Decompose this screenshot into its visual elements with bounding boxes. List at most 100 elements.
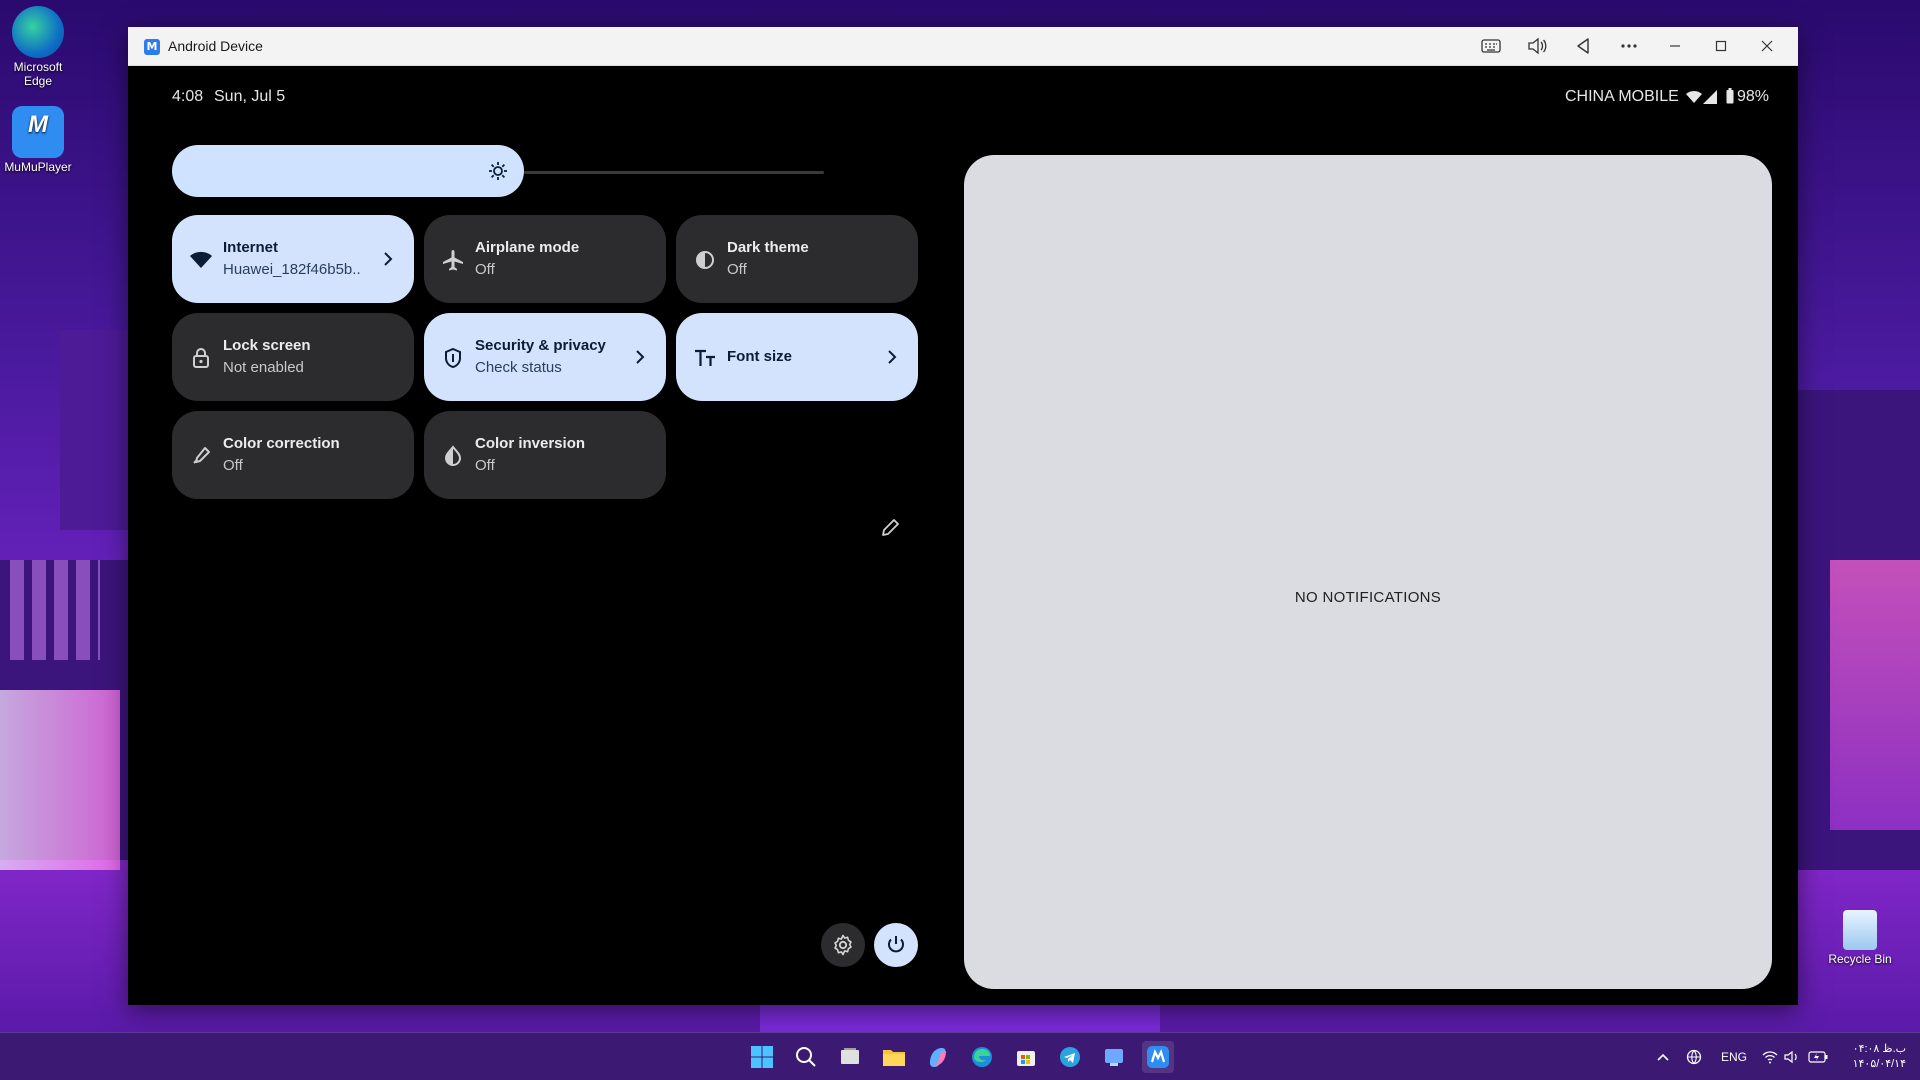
notification-panel: NO NOTIFICATIONS — [964, 155, 1772, 989]
tray-clock[interactable]: ب.ظ ۰۴:۰۸ ۱۴۰۵/۰۴/۱۴ — [1844, 1033, 1906, 1080]
status-battery: 98% — [1737, 88, 1770, 105]
power-icon — [888, 936, 904, 953]
taskbar-mumuplayer[interactable] — [1142, 1041, 1174, 1073]
gear-icon — [834, 934, 852, 956]
maximize-button[interactable] — [1706, 31, 1736, 61]
wifi-icon — [1762, 1051, 1778, 1064]
more-icon — [1621, 44, 1637, 48]
dark-theme-icon — [696, 251, 714, 269]
app-icon — [1105, 1049, 1123, 1066]
shield-icon — [445, 347, 461, 369]
tile-airplane-mode[interactable]: Airplane mode Off — [424, 215, 666, 303]
tile-dark-theme[interactable]: Dark theme Off — [676, 215, 918, 303]
volume-button[interactable] — [1522, 31, 1552, 61]
brightness-icon — [489, 162, 507, 180]
back-button[interactable] — [1568, 31, 1598, 61]
taskbar-app[interactable] — [1098, 1041, 1130, 1073]
brightness-track[interactable] — [524, 171, 824, 174]
android-screen: 4:08 Sun, Jul 5 CHINA MOBILE 98% Interne… — [128, 66, 1798, 1005]
chevron-up-icon — [1657, 1053, 1669, 1061]
taskbar-copilot[interactable] — [922, 1041, 954, 1073]
desktop-icon-label: Microsoft — [13, 60, 63, 74]
search-icon — [796, 1047, 816, 1067]
tile-color-inversion[interactable]: Color inversion Off — [424, 411, 666, 499]
recycle-bin-icon — [1843, 910, 1877, 950]
tray-overflow-button[interactable] — [1656, 1033, 1670, 1080]
globe-icon — [1686, 1049, 1702, 1065]
taskbar: ENG ب.ظ ۰۴:۰۸ ۱۴۰۵/۰۴/۱۴ — [0, 1032, 1920, 1080]
tile-subtitle: Off — [223, 457, 243, 474]
close-button[interactable] — [1752, 31, 1782, 61]
tile-lock-screen[interactable]: Lock screen Not enabled — [172, 313, 414, 401]
battery-charging-icon — [1808, 1051, 1828, 1063]
lock-icon — [193, 348, 209, 368]
chevron-right-icon — [384, 252, 393, 266]
minimize-icon — [1670, 45, 1680, 47]
tile-title: Internet — [223, 239, 279, 256]
tile-subtitle: Not enabled — [223, 359, 304, 376]
status-time: 4:08 — [172, 88, 204, 105]
task-view-button[interactable] — [834, 1041, 866, 1073]
desktop-icon-label: Edge — [23, 74, 53, 88]
airplane-icon — [443, 250, 463, 271]
tile-title: Airplane mode — [475, 239, 580, 256]
maximize-icon — [1715, 40, 1727, 52]
wallpaper-building — [60, 330, 130, 530]
window-titlebar[interactable]: M Android Device — [128, 27, 1798, 66]
no-notifications-label: NO NOTIFICATIONS — [1294, 589, 1442, 606]
keyboard-button[interactable] — [1476, 31, 1506, 61]
wallpaper-building — [10, 560, 100, 660]
mumu-icon — [1147, 1046, 1169, 1068]
mumu-icon: M — [12, 106, 64, 158]
status-carrier: CHINA MOBILE — [1565, 88, 1679, 105]
tray-network-globe[interactable] — [1686, 1033, 1702, 1080]
battery-icon — [1726, 88, 1734, 104]
tile-security-privacy[interactable]: Security & privacy Check status — [424, 313, 666, 401]
status-date: Sun, Jul 5 — [214, 88, 286, 105]
tile-subtitle: Off — [475, 261, 495, 278]
tray-time: ب.ظ ۰۴:۰۸ — [1852, 1043, 1906, 1055]
taskbar-edge[interactable] — [966, 1041, 998, 1073]
telegram-icon — [1060, 1047, 1080, 1067]
desktop-icon-mumuplayer[interactable]: M MuMuPlayer — [0, 106, 76, 174]
window-title: Android Device — [168, 38, 263, 54]
taskbar-file-explorer[interactable] — [878, 1041, 910, 1073]
tray-date: ۱۴۰۵/۰۴/۱۴ — [1852, 1058, 1906, 1070]
chevron-right-icon — [888, 350, 897, 364]
cellular-signal-icon — [1703, 90, 1717, 104]
desktop-icon-label: MuMuPlayer — [4, 160, 72, 174]
tile-title: Security & privacy — [475, 337, 606, 354]
taskbar-store[interactable] — [1010, 1041, 1042, 1073]
edit-tiles-button[interactable] — [876, 514, 904, 542]
store-icon — [1017, 1051, 1035, 1066]
tile-title: Dark theme — [727, 239, 809, 256]
back-icon — [1577, 38, 1589, 54]
tile-internet[interactable]: Internet Huawei_182f46b5b.. — [172, 215, 414, 303]
minimize-button[interactable] — [1660, 31, 1690, 61]
start-icon — [751, 1046, 773, 1068]
tile-font-size[interactable]: Font size — [676, 313, 918, 401]
tile-title: Font size — [727, 348, 793, 365]
tile-subtitle: Huawei_182f46b5b.. — [223, 261, 361, 278]
taskbar-search-button[interactable] — [790, 1041, 822, 1073]
android-device-window: M Android Device 4:08 Sun, Jul 5 CHINA M… — [128, 27, 1798, 1005]
start-button[interactable] — [746, 1041, 778, 1073]
color-correction-icon — [193, 447, 210, 464]
more-button[interactable] — [1614, 31, 1644, 61]
desktop-icon-recycle-bin[interactable]: Recycle Bin — [1822, 910, 1898, 966]
brightness-slider[interactable] — [172, 145, 524, 197]
taskbar-telegram[interactable] — [1054, 1041, 1086, 1073]
tray-quick-settings[interactable] — [1762, 1033, 1828, 1080]
tile-color-correction[interactable]: Color correction Off — [172, 411, 414, 499]
desktop-icon-edge[interactable]: Microsoft Edge — [0, 6, 76, 88]
tile-title: Lock screen — [223, 337, 311, 354]
wifi-icon — [190, 251, 212, 268]
settings-button[interactable] — [821, 923, 865, 967]
power-button[interactable] — [874, 923, 918, 967]
copilot-icon — [930, 1048, 946, 1067]
tile-subtitle: Check status — [475, 359, 562, 376]
tray-language[interactable]: ENG — [1721, 1033, 1747, 1080]
file-explorer-icon — [883, 1050, 905, 1066]
desktop-icon-label: Recycle Bin — [1828, 952, 1892, 966]
wallpaper-building — [1830, 560, 1920, 830]
